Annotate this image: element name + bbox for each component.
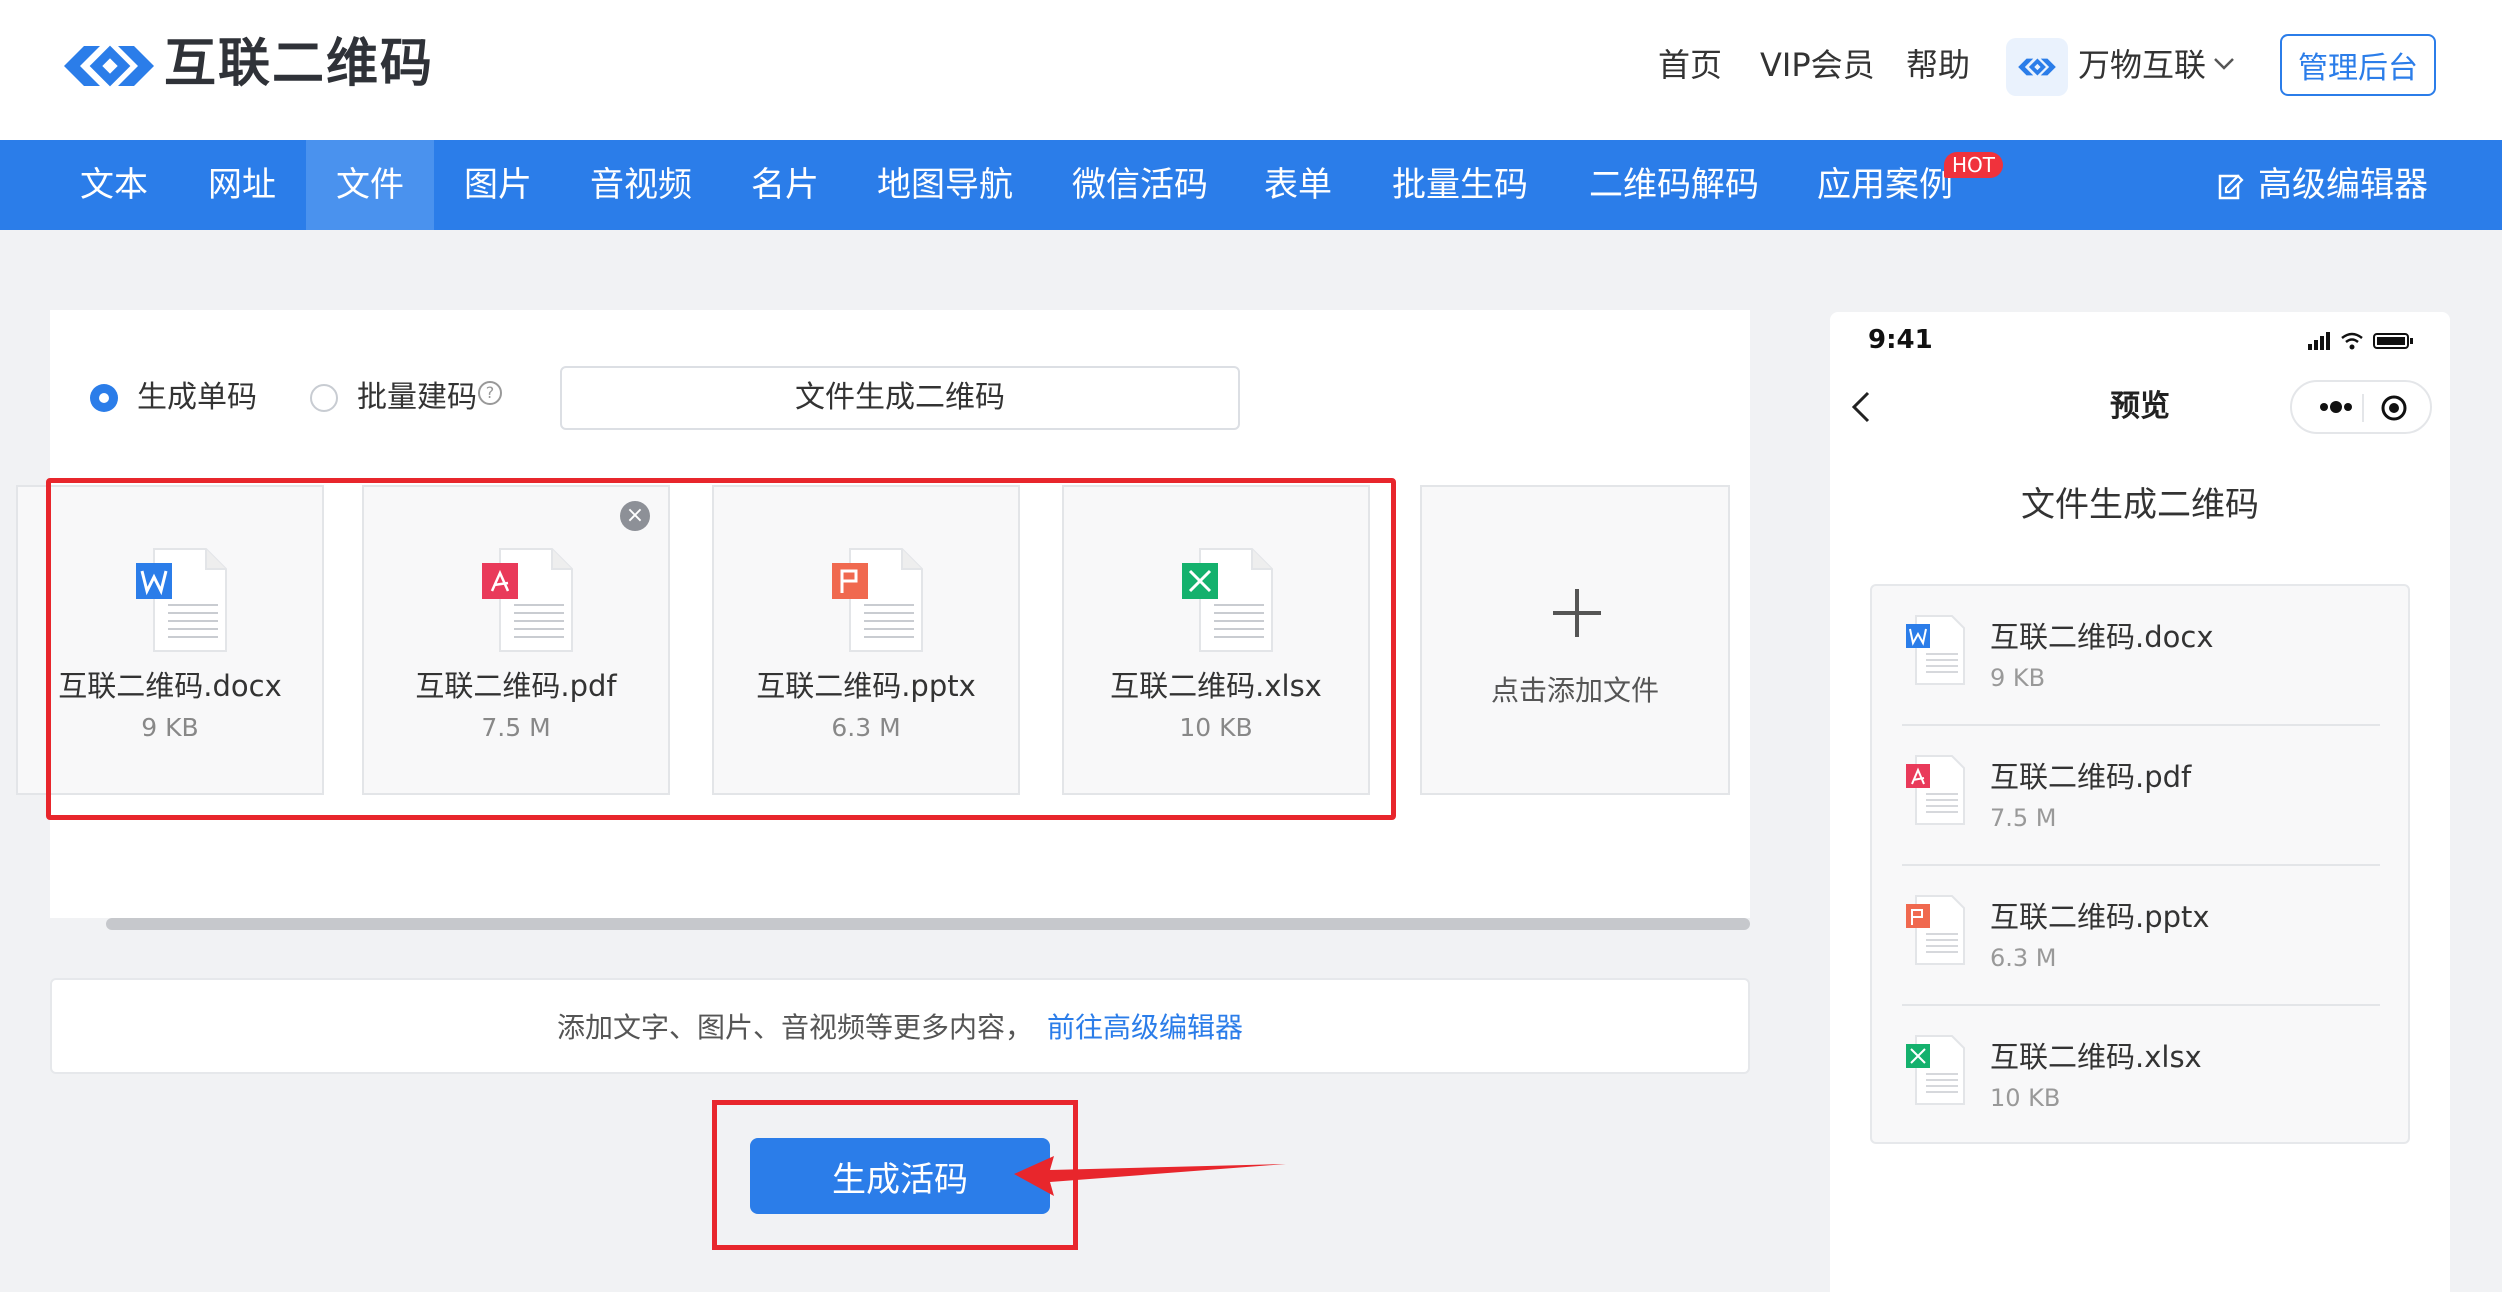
more-content-text: 添加文字、图片、音视频等更多内容，	[556, 1011, 1033, 1044]
nav-tab-form[interactable]: 表单	[1250, 140, 1346, 230]
excel-file-icon	[1906, 1035, 1965, 1105]
admin-button[interactable]: 管理后台	[2280, 34, 2436, 96]
nav-tab-card[interactable]: 名片	[730, 140, 840, 230]
phone-file-name: 互联二维码.xlsx	[1990, 1040, 2202, 1074]
add-file-button[interactable]: 点击添加文件	[1420, 485, 1730, 795]
nav-tab-cases[interactable]: 应用案例	[1802, 140, 1968, 230]
logo-icon[interactable]	[54, 30, 164, 102]
radio-batch[interactable]	[310, 384, 338, 412]
more-content-bar: 添加文字、图片、音视频等更多内容， 前往高级编辑器	[50, 978, 1750, 1074]
nav-tab-url[interactable]: 网址	[180, 140, 304, 230]
back-arrow-icon[interactable]	[1846, 390, 1876, 424]
add-file-label: 点击添加文件	[1490, 674, 1659, 707]
nav-link-help[interactable]: 帮助	[1906, 40, 1970, 90]
phone-file-size: 6.3 M	[1990, 944, 2057, 972]
close-target-icon[interactable]	[2380, 394, 2408, 422]
status-bar-icons	[2308, 332, 2413, 350]
pdf-file-icon	[1906, 755, 1965, 825]
more-icon[interactable]	[2316, 396, 2356, 418]
phone-file-item[interactable]: 互联二维码.docx 9 KB	[1902, 586, 2380, 726]
nav-tab-file[interactable]: 文件	[306, 140, 434, 230]
nav-tab-map[interactable]: 地图导航	[860, 140, 1030, 230]
nav-tab-text[interactable]: 文本	[52, 140, 176, 230]
ppt-file-icon	[1906, 895, 1965, 965]
phone-file-item[interactable]: 互联二维码.pptx 6.3 M	[1902, 866, 2380, 1006]
advanced-editor-link-inline[interactable]: 前往高级编辑器	[1047, 1006, 1243, 1046]
capsule-divider	[2362, 394, 2364, 422]
radio-single[interactable]	[90, 384, 118, 412]
radio-batch-label[interactable]: 批量建码	[357, 376, 477, 420]
horizontal-scrollbar[interactable]	[106, 918, 1750, 930]
nav-tab-batch[interactable]: 批量生码	[1380, 140, 1540, 230]
phone-file-size: 7.5 M	[1990, 804, 2057, 832]
phone-file-name: 互联二维码.pptx	[1990, 900, 2210, 934]
mini-program-capsule	[2290, 380, 2432, 434]
annotation-arrow	[1014, 1156, 1286, 1196]
phone-file-size: 9 KB	[1990, 664, 2046, 692]
nav-tab-image[interactable]: 图片	[436, 140, 560, 230]
nav-tab-decode[interactable]: 二维码解码	[1574, 140, 1774, 230]
phone-file-list: 互联二维码.docx 9 KB 互联二维码.pdf 7.5 M 互联二维码.pp…	[1870, 584, 2410, 1144]
title-input[interactable]: 文件生成二维码	[560, 366, 1240, 430]
nav-link-vip[interactable]: VIP会员	[1760, 40, 1875, 90]
brand-name[interactable]: 万物互联	[2078, 40, 2206, 90]
brand-logo-glyph	[2018, 58, 2056, 76]
phone-heading: 文件生成二维码	[2021, 485, 2259, 525]
status-time: 9:41	[1868, 325, 1933, 355]
word-file-icon	[1906, 615, 1965, 685]
nav-tab-media[interactable]: 音视频	[576, 140, 706, 230]
nav-link-home[interactable]: 首页	[1658, 40, 1722, 90]
phone-file-name: 互联二维码.docx	[1990, 620, 2214, 654]
phone-file-item[interactable]: 互联二维码.xlsx 10 KB	[1902, 1006, 2380, 1146]
chevron-down-icon[interactable]	[2212, 56, 2236, 72]
main-nav: 文本 网址 文件 图片 音视频 名片 地图导航 微信活码 表单 批量生码 二维码…	[0, 140, 2502, 230]
nav-tab-wechat[interactable]: 微信活码	[1060, 140, 1220, 230]
logo-text[interactable]: 互联二维码	[164, 28, 434, 100]
plus-icon	[1553, 589, 1601, 637]
brand-logo-icon[interactable]	[2006, 38, 2068, 96]
radio-single-label[interactable]: 生成单码	[137, 376, 257, 420]
phone-title: 预览	[2110, 389, 2170, 424]
hot-badge: HOT	[1944, 152, 2003, 178]
advanced-editor-link[interactable]: 高级编辑器	[2218, 140, 2428, 230]
phone-file-size: 10 KB	[1990, 1084, 2061, 1112]
highlight-box-files	[46, 478, 1396, 820]
help-icon[interactable]: ?	[478, 381, 502, 405]
phone-file-item[interactable]: 互联二维码.pdf 7.5 M	[1902, 726, 2380, 866]
phone-file-name: 互联二维码.pdf	[1990, 760, 2192, 794]
